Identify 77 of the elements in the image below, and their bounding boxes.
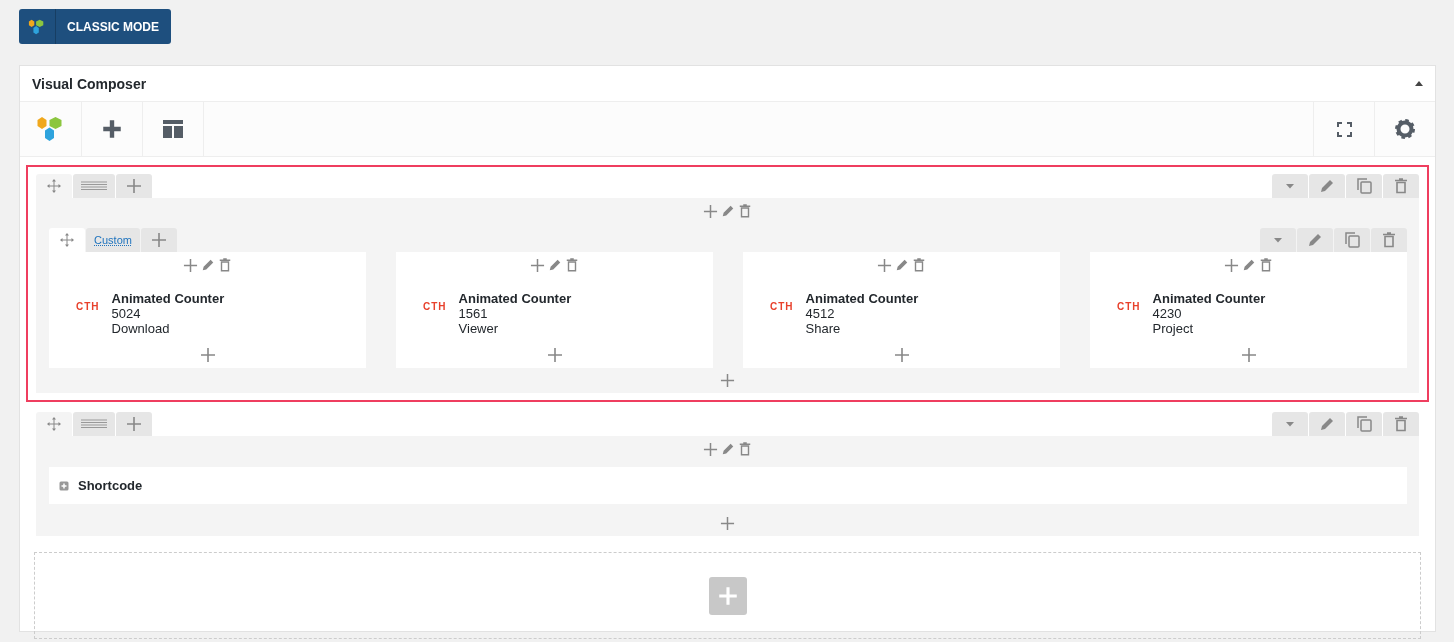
edit-button[interactable] bbox=[1309, 174, 1345, 198]
caret-icon[interactable] bbox=[1286, 421, 1294, 427]
edit-button[interactable] bbox=[1309, 412, 1345, 436]
plus-icon[interactable] bbox=[530, 257, 545, 273]
pencil-icon[interactable] bbox=[721, 442, 735, 456]
trash-icon[interactable] bbox=[218, 258, 232, 272]
plus-icon[interactable] bbox=[877, 257, 892, 273]
element-title: Animated Counter bbox=[1152, 291, 1266, 306]
pencil-icon[interactable] bbox=[1319, 416, 1335, 432]
trash-icon[interactable] bbox=[1259, 258, 1273, 272]
plus-icon[interactable] bbox=[102, 119, 122, 139]
counter-label: Share bbox=[805, 321, 842, 336]
dropdown-button[interactable] bbox=[1272, 412, 1308, 436]
trash-icon[interactable] bbox=[1393, 416, 1409, 432]
copy-icon[interactable] bbox=[1356, 416, 1372, 432]
column-layout-icon[interactable] bbox=[81, 419, 107, 429]
move-icon[interactable] bbox=[47, 179, 61, 193]
delete-button[interactable] bbox=[1371, 228, 1407, 252]
move-icon[interactable] bbox=[60, 233, 74, 247]
pencil-icon[interactable] bbox=[895, 258, 909, 272]
element-title: Animated Counter bbox=[111, 291, 225, 306]
plus-icon[interactable] bbox=[183, 257, 198, 273]
panel-title: Visual Composer bbox=[32, 75, 147, 92]
counter-number: 5024 bbox=[111, 306, 142, 321]
pencil-icon[interactable] bbox=[1307, 232, 1323, 248]
pencil-icon[interactable] bbox=[1242, 258, 1256, 272]
element-logo: CTH bbox=[770, 301, 794, 314]
trash-icon[interactable] bbox=[1381, 232, 1397, 248]
trash-icon[interactable] bbox=[912, 258, 926, 272]
counter-label: Project bbox=[1152, 321, 1195, 336]
counter-number: 1561 bbox=[458, 306, 489, 321]
column-layout-icon[interactable] bbox=[81, 181, 107, 191]
plus-icon[interactable] bbox=[720, 372, 735, 388]
counter-label: Viewer bbox=[458, 321, 500, 336]
element-title: Animated Counter bbox=[805, 291, 919, 306]
shortcode-icon bbox=[59, 480, 69, 491]
clone-button[interactable] bbox=[1346, 174, 1382, 198]
plus-icon[interactable] bbox=[1224, 257, 1239, 273]
pencil-icon[interactable] bbox=[548, 258, 562, 272]
delete-button[interactable] bbox=[1383, 174, 1419, 198]
fullscreen-icon[interactable] bbox=[1336, 121, 1352, 137]
element-logo: CTH bbox=[1117, 301, 1141, 314]
clone-button[interactable] bbox=[1346, 412, 1382, 436]
caret-icon[interactable] bbox=[1286, 183, 1294, 189]
dropdown-button[interactable] bbox=[1260, 228, 1296, 252]
pencil-icon[interactable] bbox=[721, 204, 735, 218]
template-icon[interactable] bbox=[163, 120, 183, 138]
cubes-logo-icon bbox=[28, 17, 46, 36]
column-layout-tab[interactable]: Custom bbox=[86, 228, 140, 252]
clone-button[interactable] bbox=[1334, 228, 1370, 252]
edit-button[interactable] bbox=[1297, 228, 1333, 252]
counter-number: 4230 bbox=[1152, 306, 1183, 321]
element-title: Shortcode bbox=[78, 478, 143, 493]
move-icon[interactable] bbox=[47, 417, 61, 431]
plus-icon[interactable] bbox=[703, 203, 718, 219]
delete-button[interactable] bbox=[1383, 412, 1419, 436]
trash-icon[interactable] bbox=[738, 442, 752, 456]
trash-icon[interactable] bbox=[738, 204, 752, 218]
plus-icon[interactable] bbox=[720, 515, 735, 531]
element-logo: CTH bbox=[423, 301, 447, 314]
copy-icon[interactable] bbox=[1344, 232, 1360, 248]
counter-label: Download bbox=[111, 321, 171, 336]
settings-icon[interactable] bbox=[1394, 118, 1416, 140]
plus-icon[interactable] bbox=[703, 441, 718, 457]
pencil-icon[interactable] bbox=[1319, 178, 1335, 194]
classic-mode-button[interactable]: CLASSIC MODE bbox=[19, 9, 171, 44]
counter-number: 4512 bbox=[805, 306, 836, 321]
add-element-button[interactable] bbox=[708, 576, 747, 615]
collapse-arrow-icon[interactable] bbox=[1415, 81, 1423, 86]
copy-icon[interactable] bbox=[1356, 178, 1372, 194]
trash-icon[interactable] bbox=[565, 258, 579, 272]
caret-icon[interactable] bbox=[1274, 237, 1282, 243]
trash-icon[interactable] bbox=[1393, 178, 1409, 194]
dropdown-button[interactable] bbox=[1272, 174, 1308, 198]
element-title: Animated Counter bbox=[458, 291, 572, 306]
pencil-icon[interactable] bbox=[201, 258, 215, 272]
element-logo: CTH bbox=[76, 301, 100, 314]
